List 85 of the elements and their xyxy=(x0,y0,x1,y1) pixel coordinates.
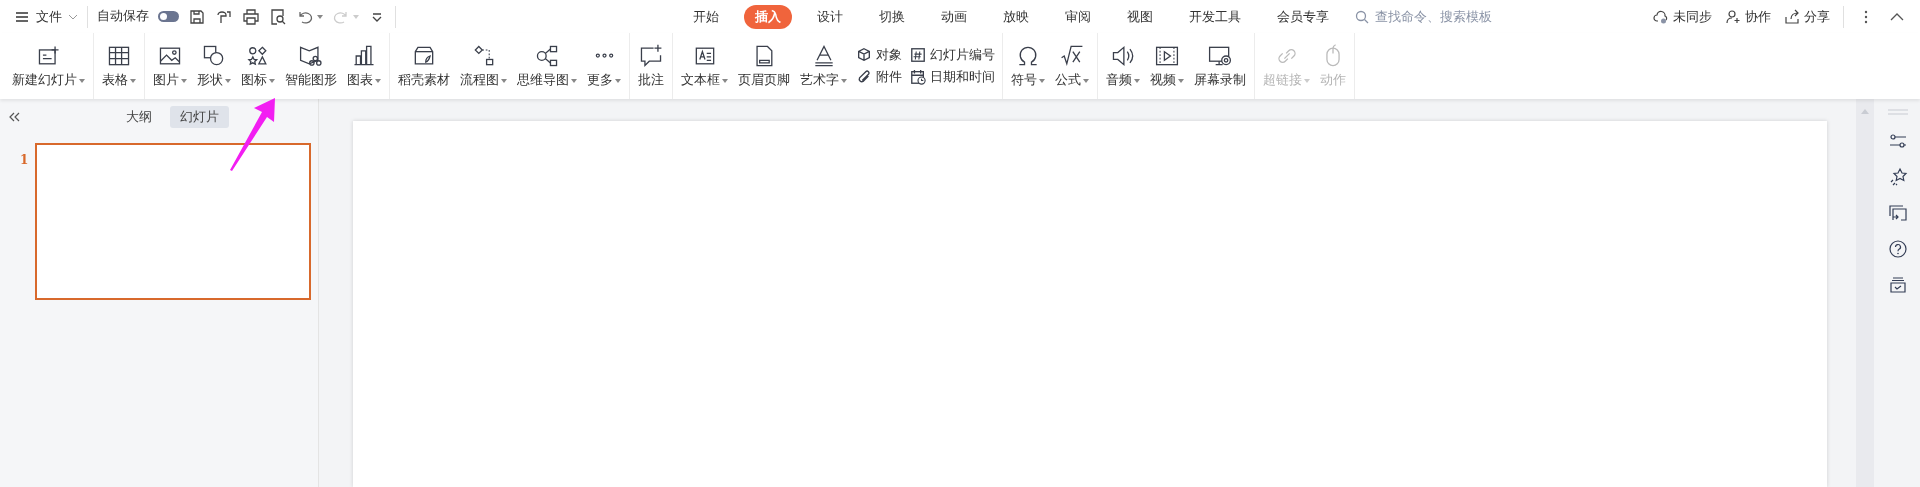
scrollbar[interactable] xyxy=(1856,99,1874,487)
caret-icon xyxy=(1039,78,1045,83)
caret-icon xyxy=(615,78,621,83)
caret-icon[interactable] xyxy=(317,14,323,19)
caret-icon xyxy=(225,78,231,83)
ribbon-tab[interactable]: 审阅 xyxy=(1054,4,1102,29)
hash-icon xyxy=(910,47,926,63)
caret-icon xyxy=(1083,78,1089,83)
inbox-check-icon[interactable] xyxy=(1888,275,1908,295)
search-field[interactable]: 查找命令、搜索模板 xyxy=(1354,8,1537,25)
ribbon-button[interactable]: 屏幕录制 xyxy=(1189,33,1251,99)
comment-icon xyxy=(638,43,664,69)
star-icon[interactable] xyxy=(1888,167,1908,187)
ribbon-button[interactable]: 思维导图 xyxy=(512,33,582,99)
ribbon-button[interactable]: 批注 xyxy=(633,33,669,99)
ribbon-button[interactable]: 智能图形 xyxy=(280,33,342,99)
caret-icon xyxy=(501,78,507,83)
ribbon-tab[interactable]: 视图 xyxy=(1116,4,1164,29)
account-action[interactable]: 未同步 xyxy=(1653,7,1712,26)
ribbon-tab[interactable]: 放映 xyxy=(992,4,1040,29)
ribbon-button[interactable]: 艺术字 xyxy=(795,33,852,99)
mind-map-icon xyxy=(534,43,560,69)
account-action[interactable]: 协作 xyxy=(1725,7,1771,26)
print-preview-icon[interactable] xyxy=(269,7,287,26)
ribbon-button[interactable]: 页眉页脚 xyxy=(733,33,795,99)
share-icon xyxy=(1784,8,1800,25)
ribbon-button[interactable]: 流程图 xyxy=(455,33,512,99)
ribbon-button[interactable]: 图片 xyxy=(148,33,192,99)
ribbon-button[interactable]: 幻灯片编号 xyxy=(910,46,995,64)
ribbon-button[interactable]: 文本框 xyxy=(676,33,733,99)
search-icon xyxy=(1354,8,1370,25)
save-icon[interactable] xyxy=(188,7,206,26)
caret-icon xyxy=(181,78,187,83)
ribbon-button[interactable]: 音频 xyxy=(1101,33,1145,99)
paperclip-icon xyxy=(856,69,872,85)
sliders-icon[interactable] xyxy=(1888,131,1908,151)
caret-icon xyxy=(1178,78,1184,83)
print-icon[interactable] xyxy=(242,7,260,26)
caret-icon xyxy=(722,78,728,83)
switch-window-icon[interactable] xyxy=(1888,203,1908,223)
ribbon-button[interactable]: 形状 xyxy=(192,33,236,99)
autosave-toggle[interactable] xyxy=(158,11,179,22)
ribbon-tab[interactable]: 会员专享 xyxy=(1266,4,1340,29)
ribbon-tab[interactable]: 开发工具 xyxy=(1178,4,1252,29)
file-menu-button[interactable]: 文件 xyxy=(14,7,78,26)
caret-icon xyxy=(79,78,85,83)
caret-icon xyxy=(269,78,275,83)
account-action[interactable]: 分享 xyxy=(1784,7,1830,26)
ribbon-button[interactable]: 视频 xyxy=(1145,33,1189,99)
ribbon-button[interactable]: 新建幻灯片 xyxy=(7,33,90,99)
ribbon-button[interactable]: 表格 xyxy=(97,33,141,99)
ribbon-button[interactable]: 日期和时间 xyxy=(910,68,995,86)
collapse-icon[interactable] xyxy=(8,111,22,123)
smart-graphic-icon xyxy=(298,43,324,69)
ribbon-tab[interactable]: 切换 xyxy=(868,4,916,29)
ribbon-tab[interactable]: 开始 xyxy=(682,4,730,29)
caret-icon xyxy=(1304,78,1310,83)
add-user-icon xyxy=(1725,8,1741,25)
cloud-icon xyxy=(1653,8,1669,25)
slide-number: 1 xyxy=(20,153,29,167)
slide-thumbnail[interactable] xyxy=(35,143,312,300)
more-icon xyxy=(594,53,614,58)
help-icon[interactable] xyxy=(1888,239,1908,259)
calendar-clock-icon xyxy=(910,69,926,85)
caret-icon xyxy=(130,78,136,83)
ribbon-button[interactable]: 图表 xyxy=(342,33,386,99)
caret-icon xyxy=(353,14,359,19)
ribbon-button[interactable]: 符号 xyxy=(1006,33,1050,99)
ribbon-button[interactable]: 图标 xyxy=(236,33,280,99)
autosave-label: 自动保存 xyxy=(97,8,149,25)
caret-icon xyxy=(841,78,847,83)
caret-icon xyxy=(375,78,381,83)
panel-tab[interactable]: 大纲 xyxy=(116,106,162,128)
caret-icon xyxy=(1134,78,1140,83)
speaker-icon xyxy=(1110,43,1136,69)
ribbon-button[interactable]: 对象 xyxy=(856,46,902,64)
ribbon-button[interactable]: 更多 xyxy=(582,33,626,99)
ribbon-tab[interactable]: 动画 xyxy=(930,4,978,29)
cube-icon xyxy=(856,47,872,63)
ribbon-button[interactable]: 稻壳素材 xyxy=(393,33,455,99)
ribbon-button[interactable]: 附件 xyxy=(856,68,902,86)
ribbon-button[interactable]: 公式 xyxy=(1050,33,1094,99)
panel-tab[interactable]: 幻灯片 xyxy=(170,106,229,128)
caret-icon xyxy=(571,78,577,83)
ribbon-tab[interactable]: 设计 xyxy=(806,4,854,29)
